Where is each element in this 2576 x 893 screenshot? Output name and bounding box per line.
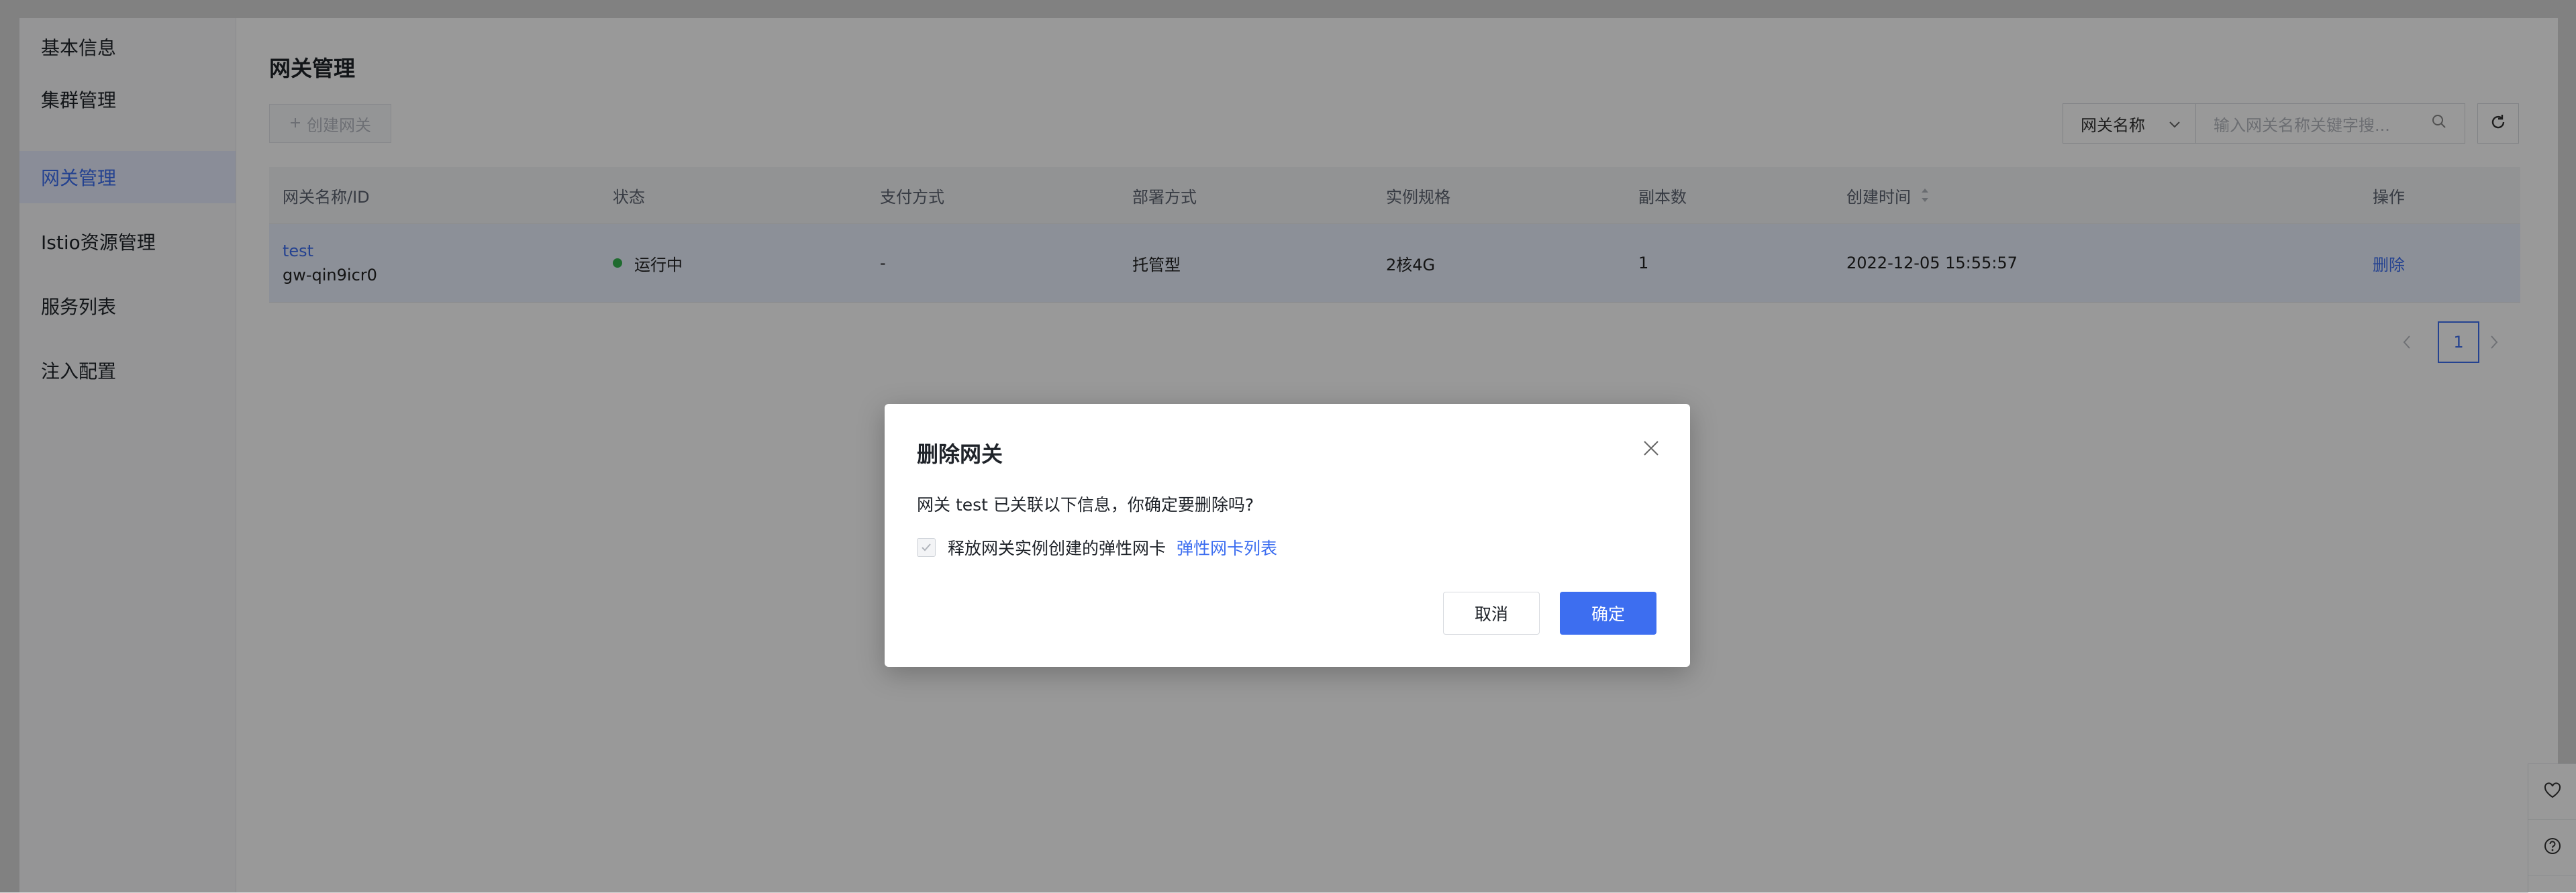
check-icon [922, 543, 931, 551]
delete-gateway-dialog: 删除网关 网关 test 已关联以下信息，你确定要删除吗? 释放网关实例创建的弹… [885, 404, 1690, 667]
eni-list-link[interactable]: 弹性网卡列表 [1177, 535, 1277, 560]
confirm-button[interactable]: 确定 [1560, 592, 1656, 635]
release-eni-checkbox[interactable] [917, 538, 936, 557]
release-eni-option: 释放网关实例创建的弹性网卡 弹性网卡列表 [917, 535, 1277, 560]
dialog-title: 删除网关 [917, 441, 1003, 467]
dialog-message: 网关 test 已关联以下信息，你确定要删除吗? [917, 495, 1254, 515]
release-eni-label: 释放网关实例创建的弹性网卡 [948, 539, 1167, 558]
cancel-button[interactable]: 取消 [1443, 592, 1540, 635]
close-icon[interactable] [1640, 437, 1662, 459]
